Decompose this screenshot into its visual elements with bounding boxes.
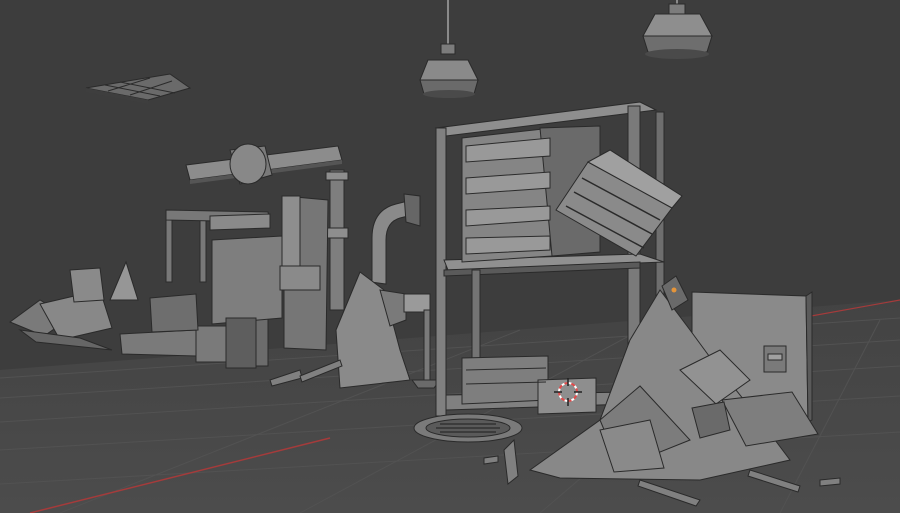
manhole-cover[interactable] [413,413,523,443]
3d-viewport[interactable] [0,0,900,513]
viewport-canvas[interactable] [0,0,900,513]
selection-marker [671,287,677,293]
